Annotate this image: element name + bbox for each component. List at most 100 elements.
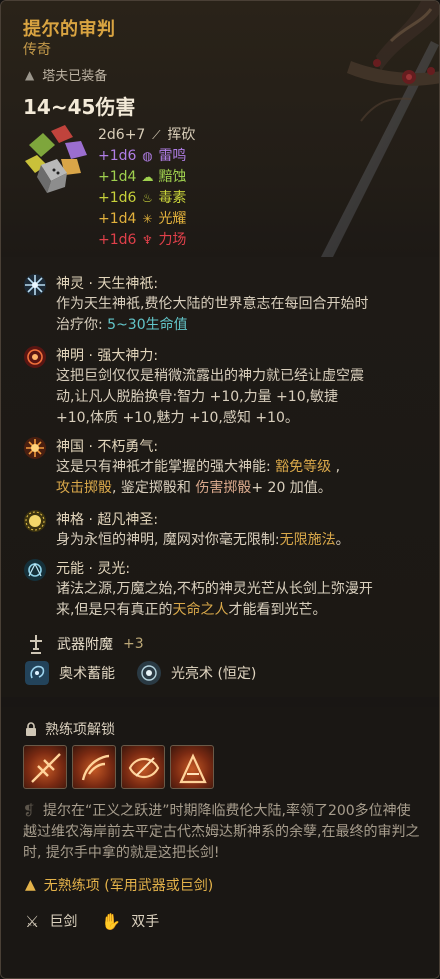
damage-type: 力场 [158, 232, 187, 248]
damage-type: 毒素 [158, 190, 187, 206]
damage-line-acid: +1d4 ☁ 黯蚀 [98, 167, 195, 188]
weapon-enchantment: 武器附魔 +3 [25, 633, 144, 655]
item-name: 提尔的审判 [23, 19, 116, 40]
feature-text: 作为天生神祇,费伦大陆的世界意志在每回合开始时 [56, 296, 369, 312]
greatsword-icon: ⚔ [25, 911, 40, 931]
item-tooltip: 提尔的审判 传奇 ▲ 塔夫已装备 14~45伤害 2d6+7 ⟋ 挥砍 +1d6… [0, 0, 440, 979]
damage-type: 光耀 [158, 211, 187, 227]
feature-title: 神国 · 不朽勇气: [56, 439, 159, 455]
damage-dice: +1d6 [98, 232, 137, 248]
saving-throw-term: 豁免等级 [275, 459, 332, 475]
two-handed-icon: ✋ [101, 911, 122, 931]
arcane-charge-icon[interactable] [25, 661, 49, 685]
damage-line-force: +1d6 ♆ 力场 [98, 230, 195, 251]
acid-icon: ☁ [141, 170, 154, 184]
damage-line-poison: +1d6 ♨ 毒素 [98, 188, 195, 209]
property-label: 双手 [131, 914, 160, 930]
damage-line-base: 2d6+7 ⟋ 挥砍 [98, 125, 195, 146]
no-proficiency-text: 无熟练项 (军用武器或巨剑) [43, 878, 214, 894]
weapon-action-2-icon[interactable] [72, 745, 116, 789]
enchantment-label: 武器附魔 [57, 637, 113, 653]
equipped-status: ▲ 塔夫已装备 [25, 65, 108, 85]
feature-divine-birth: 神灵 · 天生神祇: 作为天生神祇,费伦大陆的世界意志在每回合开始时 治疗你: … [23, 273, 423, 337]
anvil-icon [30, 635, 42, 654]
light-spell-icon[interactable] [137, 661, 161, 685]
damage-type: 挥砍 [167, 127, 196, 143]
feature-text: 。 [335, 532, 350, 548]
enchantment-value: +3 [123, 636, 144, 652]
damage-line-thunder: +1d6 ◍ 雷鸣 [98, 146, 195, 167]
feature-divine-courage: 神国 · 不朽勇气: 这是只有神祇才能掌握的强大神能: 豁免等级 , 攻击掷骰,… [23, 436, 423, 500]
proficiency-header: 熟练项解锁 [25, 719, 115, 739]
granted-spells: 奥术蓄能 光亮术 (恒定) [25, 661, 256, 685]
damage-dice: 2d6+7 [98, 127, 146, 143]
feature-title: 元能 · 灵光: [56, 561, 131, 577]
tooltip-header: 提尔的审判 传奇 ▲ 塔夫已装备 14~45伤害 2d6+7 ⟋ 挥砍 +1d6… [1, 1, 439, 257]
warning-triangle-icon: ▲ [25, 67, 35, 82]
damage-breakdown: 2d6+7 ⟋ 挥砍 +1d6 ◍ 雷鸣 +1d4 ☁ 黯蚀 +1d6 ♨ 毒素… [98, 125, 195, 251]
slash-icon: ⟋ [152, 128, 161, 142]
aura-icon [24, 559, 46, 581]
feature-text: 治疗你: [56, 317, 108, 333]
item-rarity: 传奇 [23, 42, 51, 58]
damage-line-radiant: +1d4 ✳ 光耀 [98, 209, 195, 230]
heal-amount: 5~30生命值 [107, 317, 188, 333]
feature-text: 来,但是只有真正的 [56, 602, 173, 618]
feature-description: 诸法之源,万魔之始,不朽的神灵光芒从长剑上弥漫开 来,但是只有真正的天命之人才能… [56, 579, 426, 621]
feature-title: 神格 · 超凡神圣: [56, 512, 159, 528]
warning-icon: ▲ [25, 877, 36, 893]
starburst-icon [24, 274, 46, 296]
flame-burst-icon [24, 437, 46, 459]
feature-title: 神灵 · 天生神祇: [56, 276, 159, 292]
feature-text: , [331, 459, 341, 475]
weapon-action-3-icon[interactable] [121, 745, 165, 789]
damage-dice: +1d4 [98, 211, 137, 227]
feature-text: , 鉴定掷骰和 [112, 480, 196, 496]
dice-icon [25, 125, 87, 193]
attack-roll-term: 攻击掷骰 [56, 480, 112, 496]
feature-text: +10,体质 +10,魅力 +10,感知 +10。 [56, 410, 299, 426]
feature-description: 这把巨剑仅仅是稍微流露出的神力就已经让虚空震 动,让凡人脱胎换骨:智力 +10,… [56, 366, 426, 429]
feature-divine-holy: 神格 · 超凡神圣: 身为永恒的神明, 魔网对你毫无限制:无限施法。 [23, 509, 423, 553]
feature-aura: 元能 · 灵光: 诸法之源,万魔之始,不朽的神灵光芒从长剑上弥漫开 来,但是只有… [23, 558, 423, 622]
chosen-one-term: 天命之人 [172, 602, 229, 618]
item-lore: 提尔在“正义之跃进”时期降临费伦大陆,率领了200多位神使越过维农海岸前去平定古… [23, 803, 420, 861]
feature-text: 诸法之源,万魔之始,不朽的神灵光芒从长剑上弥漫开 [56, 581, 373, 597]
spell-name: 奥术蓄能 [59, 666, 115, 682]
lock-icon [26, 722, 36, 736]
feature-description: 身为永恒的神明, 魔网对你毫无限制:无限施法。 [56, 530, 426, 551]
feature-description: 作为天生神祇,费伦大陆的世界意志在每回合开始时 治疗你: 5~30生命值 [56, 294, 426, 336]
poison-icon: ♨ [142, 191, 153, 205]
damage-dice: +1d4 [98, 169, 137, 185]
feature-text: 身为永恒的神明, 魔网对你毫无限制: [56, 532, 280, 548]
damage-type: 黯蚀 [158, 169, 187, 185]
damage-roll-term: 伤害掷骰 [195, 480, 252, 496]
weapon-action-1-icon[interactable] [23, 745, 67, 789]
feature-divine-power: 神明 · 强大神力: 这把巨剑仅仅是稍微流露出的神力就已经让虚空震 动,让凡人脱… [23, 345, 423, 429]
feature-text: 动,让凡人脱胎换骨:智力 +10,力量 +10,敏捷 [56, 389, 339, 405]
proficiency-actions [23, 745, 214, 789]
proficiency-title: 熟练项解锁 [45, 722, 115, 738]
property-label: 巨剑 [49, 914, 78, 930]
weapon-action-4-icon[interactable] [170, 745, 214, 789]
damage-dice: +1d6 [98, 190, 137, 206]
feature-text: 才能看到光芒。 [228, 602, 327, 618]
feature-description: 这是只有神祇才能掌握的强大神能: 豁免等级 , 攻击掷骰, 鉴定掷骰和 伤害掷骰… [56, 457, 426, 499]
unlimited-casting-term: 无限施法 [279, 532, 336, 548]
sword-illustration [321, 1, 439, 257]
thunder-icon: ◍ [142, 149, 153, 163]
force-icon: ♆ [142, 233, 153, 247]
golden-sun-icon [24, 510, 46, 532]
feature-text: + 20 加值。 [251, 480, 332, 496]
radiant-icon: ✳ [142, 212, 153, 226]
equipped-label: 塔夫已装备 [42, 69, 108, 84]
spell-name: 光亮术 (恒定) [171, 666, 257, 682]
red-sun-icon [24, 346, 46, 368]
feature-text: 这把巨剑仅仅是稍微流露出的神力就已经让虚空震 [56, 368, 364, 384]
feature-text: 这是只有神祇才能掌握的强大神能: [56, 459, 276, 475]
no-proficiency-warning: ▲ 无熟练项 (军用武器或巨剑) [25, 875, 213, 895]
damage-dice: +1d6 [98, 148, 137, 164]
feature-title: 神明 · 强大神力: [56, 348, 159, 364]
weapon-properties: ⚔ 巨剑 ✋ 双手 [25, 911, 159, 931]
damage-type: 雷鸣 [158, 148, 187, 164]
